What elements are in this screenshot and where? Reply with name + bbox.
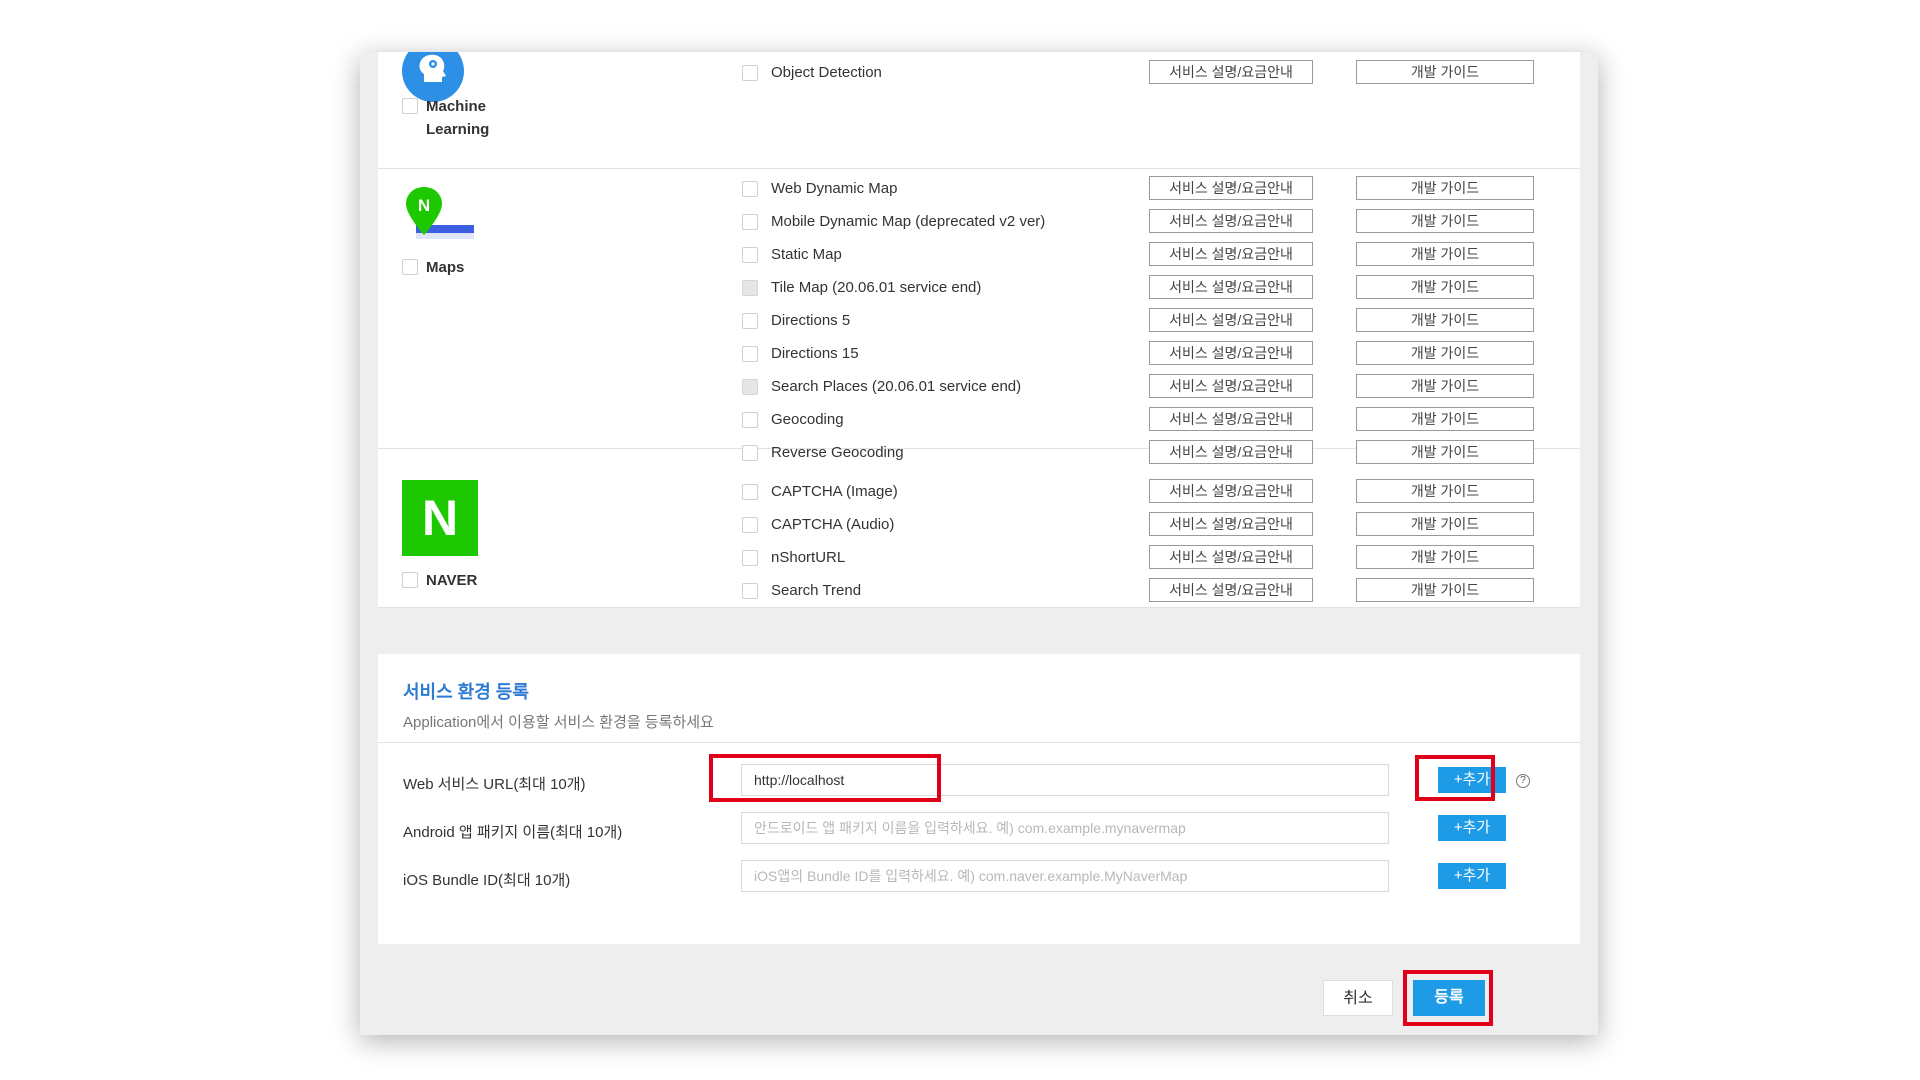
web-url-label: Web 서비스 URL(최대 10개) — [403, 776, 586, 793]
dev-guide-button[interactable]: 개발 가이드 — [1356, 275, 1534, 299]
service-checkbox[interactable] — [742, 247, 758, 263]
register-button[interactable]: 등록 — [1413, 980, 1485, 1016]
section-subtitle: Application에서 이용할 서비스 환경을 등록하세요 — [403, 714, 714, 731]
help-icon[interactable]: ? — [1516, 774, 1530, 788]
service-name: Web Dynamic Map — [771, 180, 898, 197]
service-checkbox[interactable] — [742, 517, 758, 533]
web-url-add-button[interactable]: +추가 — [1438, 767, 1506, 793]
service-row: Web Dynamic Map 서비스 설명/요금안내 개발 가이드 — [378, 176, 1580, 202]
service-row: Search Trend 서비스 설명/요금안내 개발 가이드 — [378, 578, 1580, 604]
service-name: CAPTCHA (Audio) — [771, 516, 895, 533]
group-naver: N NAVER CAPTCHA (Image) 서비스 설명/요금안내 개발 가… — [378, 472, 1580, 608]
dev-guide-button[interactable]: 개발 가이드 — [1356, 407, 1534, 431]
service-environment-panel: 서비스 환경 등록 Application에서 이용할 서비스 환경을 등록하세… — [378, 654, 1580, 944]
service-name: Directions 15 — [771, 345, 859, 362]
service-row: CAPTCHA (Image) 서비스 설명/요금안내 개발 가이드 — [378, 479, 1580, 505]
service-description-button[interactable]: 서비스 설명/요금안내 — [1149, 578, 1313, 602]
service-row: Search Places (20.06.01 service end) 서비스… — [378, 374, 1580, 400]
dev-guide-button[interactable]: 개발 가이드 — [1356, 545, 1534, 569]
service-row: Object Detection 서비스 설명/요금안내 개발 가이드 — [378, 60, 1580, 86]
service-checkbox[interactable] — [742, 484, 758, 500]
service-row: Directions 5 서비스 설명/요금안내 개발 가이드 — [378, 308, 1580, 334]
service-description-button[interactable]: 서비스 설명/요금안내 — [1149, 341, 1313, 365]
dev-guide-button[interactable]: 개발 가이드 — [1356, 578, 1534, 602]
application-settings-window: Machine Learning Object Detection 서비스 설명… — [360, 52, 1598, 1035]
service-row: nShortURL 서비스 설명/요금안내 개발 가이드 — [378, 545, 1580, 571]
service-name: Object Detection — [771, 64, 882, 81]
service-description-button[interactable]: 서비스 설명/요금안내 — [1149, 308, 1313, 332]
web-url-row: Web 서비스 URL(최대 10개) +추가 ? — [378, 764, 1580, 798]
service-description-button[interactable]: 서비스 설명/요금안내 — [1149, 479, 1313, 503]
dev-guide-button[interactable]: 개발 가이드 — [1356, 512, 1534, 536]
group-machine-learning: Machine Learning Object Detection 서비스 설명… — [378, 52, 1580, 169]
service-checkbox[interactable] — [742, 65, 758, 81]
service-checkbox[interactable] — [742, 550, 758, 566]
android-package-row: Android 앱 패키지 이름(최대 10개) +추가 — [378, 812, 1580, 846]
ios-bundle-add-button[interactable]: +추가 — [1438, 863, 1506, 889]
service-checkbox[interactable] — [742, 214, 758, 230]
cancel-button[interactable]: 취소 — [1323, 980, 1393, 1016]
ios-bundle-label: iOS Bundle ID(최대 10개) — [403, 872, 571, 889]
service-name: Directions 5 — [771, 312, 851, 329]
service-description-button[interactable]: 서비스 설명/요금안내 — [1149, 545, 1313, 569]
group-maps: N Maps Web Dynamic Map 서비스 설명/요금안내 개발 가이… — [378, 169, 1580, 464]
service-checkbox[interactable] — [742, 346, 758, 362]
section-divider — [378, 742, 1580, 743]
android-package-add-button[interactable]: +추가 — [1438, 815, 1506, 841]
android-package-input[interactable] — [741, 812, 1389, 844]
service-name: Mobile Dynamic Map (deprecated v2 ver) — [771, 213, 1046, 230]
category-label: Machine Learning — [426, 98, 490, 138]
service-row: Directions 15 서비스 설명/요금안내 개발 가이드 — [378, 341, 1580, 367]
dev-guide-button[interactable]: 개발 가이드 — [1356, 308, 1534, 332]
section-title: 서비스 환경 등록 — [403, 682, 529, 702]
category-checkbox[interactable] — [402, 98, 418, 114]
dev-guide-button[interactable]: 개발 가이드 — [1356, 374, 1534, 398]
service-name: Reverse Geocoding — [771, 444, 904, 461]
web-url-input[interactable] — [741, 764, 1389, 796]
dev-guide-button[interactable]: 개발 가이드 — [1356, 440, 1534, 464]
service-description-button[interactable]: 서비스 설명/요금안내 — [1149, 512, 1313, 536]
service-row: Reverse Geocoding 서비스 설명/요금안내 개발 가이드 — [378, 440, 1580, 466]
service-name: Search Trend — [771, 582, 862, 599]
service-description-button[interactable]: 서비스 설명/요금안내 — [1149, 374, 1313, 398]
dev-guide-button[interactable]: 개발 가이드 — [1356, 209, 1534, 233]
service-name: Static Map — [771, 246, 842, 263]
service-checkbox-disabled — [742, 379, 758, 395]
ios-bundle-input[interactable] — [741, 860, 1389, 892]
service-checkbox[interactable] — [742, 313, 758, 329]
dev-guide-button[interactable]: 개발 가이드 — [1356, 60, 1534, 84]
service-checkbox[interactable] — [742, 412, 758, 428]
service-name: CAPTCHA (Image) — [771, 483, 898, 500]
service-selection-panel: Machine Learning Object Detection 서비스 설명… — [378, 52, 1580, 608]
service-row: Geocoding 서비스 설명/요금안내 개발 가이드 — [378, 407, 1580, 433]
service-row: Static Map 서비스 설명/요금안내 개발 가이드 — [378, 242, 1580, 268]
service-checkbox[interactable] — [742, 583, 758, 599]
service-name: nShortURL — [771, 549, 846, 566]
service-checkbox-disabled — [742, 280, 758, 296]
service-name: Tile Map (20.06.01 service end) — [771, 279, 982, 296]
dev-guide-button[interactable]: 개발 가이드 — [1356, 176, 1534, 200]
service-description-button[interactable]: 서비스 설명/요금안내 — [1149, 60, 1313, 84]
service-description-button[interactable]: 서비스 설명/요금안내 — [1149, 176, 1313, 200]
dev-guide-button[interactable]: 개발 가이드 — [1356, 479, 1534, 503]
service-name: Geocoding — [771, 411, 844, 428]
service-description-button[interactable]: 서비스 설명/요금안내 — [1149, 209, 1313, 233]
dev-guide-button[interactable]: 개발 가이드 — [1356, 341, 1534, 365]
service-description-button[interactable]: 서비스 설명/요금안내 — [1149, 440, 1313, 464]
service-name: Search Places (20.06.01 service end) — [771, 378, 1022, 395]
service-checkbox[interactable] — [742, 445, 758, 461]
service-description-button[interactable]: 서비스 설명/요금안내 — [1149, 275, 1313, 299]
service-row: Tile Map (20.06.01 service end) 서비스 설명/요… — [378, 275, 1580, 301]
service-description-button[interactable]: 서비스 설명/요금안내 — [1149, 242, 1313, 266]
dev-guide-button[interactable]: 개발 가이드 — [1356, 242, 1534, 266]
service-checkbox[interactable] — [742, 181, 758, 197]
ios-bundle-row: iOS Bundle ID(최대 10개) +추가 — [378, 860, 1580, 894]
category-machine-learning[interactable]: Machine Learning — [402, 98, 490, 141]
android-package-label: Android 앱 패키지 이름(최대 10개) — [403, 824, 623, 841]
service-description-button[interactable]: 서비스 설명/요금안내 — [1149, 407, 1313, 431]
service-row: Mobile Dynamic Map (deprecated v2 ver) 서… — [378, 209, 1580, 235]
service-row: CAPTCHA (Audio) 서비스 설명/요금안내 개발 가이드 — [378, 512, 1580, 538]
